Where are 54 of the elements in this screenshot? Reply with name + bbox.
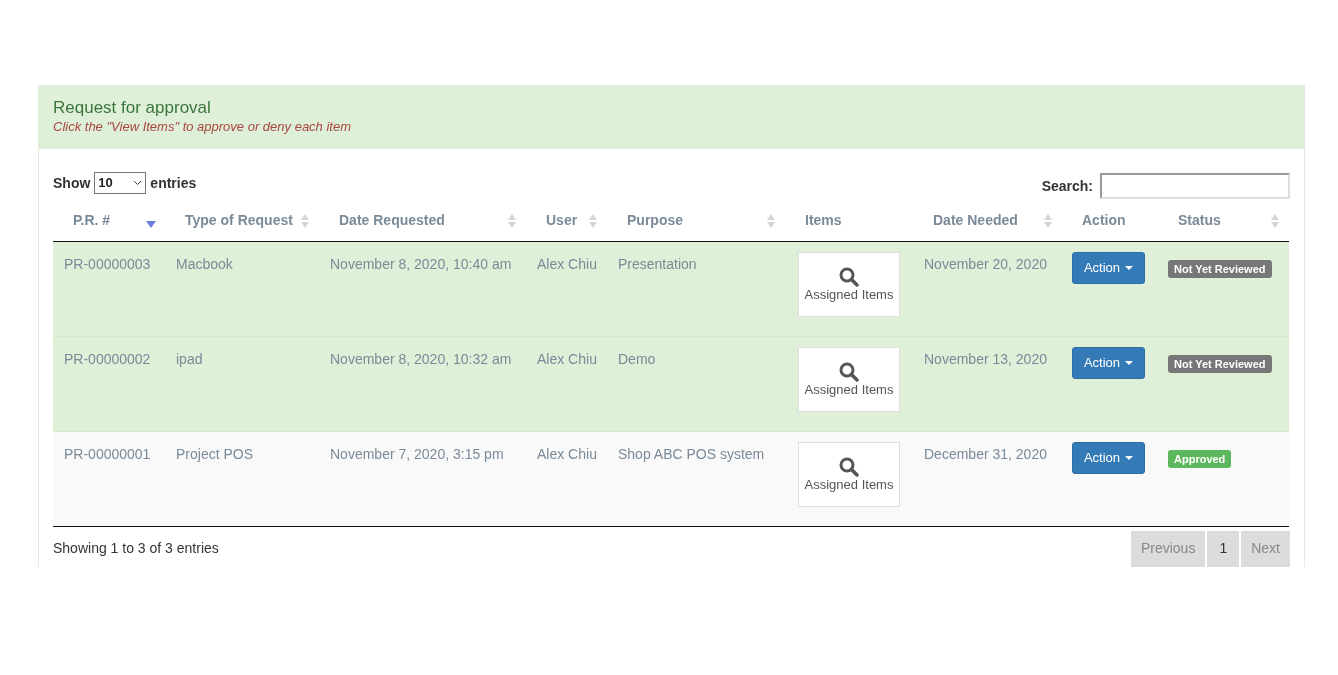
- panel-subtitle: Click the "View Items" to approve or deny each item: [53, 118, 353, 136]
- action-dropdown-button[interactable]: Action: [1072, 251, 1145, 284]
- entries-label: entries: [150, 173, 197, 193]
- panel-title: Request for approval: [53, 98, 212, 118]
- assigned-items-button[interactable]: Assigned Items: [798, 346, 900, 412]
- caret-icon: [1125, 265, 1134, 270]
- column-header[interactable]: Action: [1082, 210, 1126, 232]
- entries-info: Showing 1 to 3 of 3 entries: [53, 539, 219, 558]
- table-cell: November 8, 2020, 10:40 am: [330, 255, 512, 272]
- table-cell: PR-00000001: [64, 445, 151, 462]
- table-cell: November 7, 2020, 3:15 pm: [330, 445, 504, 462]
- status-badge: Not Yet Reviewed: [1168, 259, 1272, 278]
- pagination-button[interactable]: Next: [1241, 530, 1290, 567]
- table-cell: PR-00000002: [64, 350, 151, 367]
- table-cell: Demo: [618, 350, 656, 367]
- table-cell: ipad: [176, 350, 203, 367]
- column-header[interactable]: User: [546, 210, 578, 232]
- show-label: Show: [53, 173, 91, 193]
- table-cell: November 13, 2020: [924, 350, 1047, 367]
- table-cell: PR-00000003: [64, 255, 151, 272]
- status-badge: Approved: [1168, 449, 1232, 468]
- column-header[interactable]: Type of Request: [185, 210, 293, 232]
- pagination-button[interactable]: Previous: [1130, 530, 1206, 567]
- action-dropdown-button[interactable]: Action: [1072, 441, 1145, 474]
- table-cell: Shop ABC POS system: [618, 445, 765, 462]
- search-icon: [839, 361, 859, 382]
- table-cell: November 20, 2020: [924, 255, 1047, 272]
- pagination-button[interactable]: 1: [1207, 530, 1240, 567]
- table-cell: Macbook: [176, 255, 233, 272]
- assigned-items-button[interactable]: Assigned Items: [798, 441, 900, 507]
- table-cell: December 31, 2020: [924, 445, 1047, 462]
- search-icon: [839, 456, 859, 477]
- caret-icon: [1125, 455, 1134, 460]
- column-header[interactable]: Items: [805, 210, 842, 232]
- column-header[interactable]: Status: [1178, 210, 1221, 232]
- table-cell: Alex Chiu: [537, 255, 597, 272]
- table-cell: Alex Chiu: [537, 445, 597, 462]
- assigned-items-button[interactable]: Assigned Items: [798, 251, 900, 317]
- column-header[interactable]: P.R. #: [73, 210, 111, 232]
- search-label: Search:: [1041, 176, 1093, 196]
- column-header[interactable]: Date Needed: [933, 210, 1018, 232]
- entries-dropdown[interactable]: 10: [94, 172, 147, 194]
- table-cell: Presentation: [618, 255, 697, 272]
- action-dropdown-button[interactable]: Action: [1072, 346, 1145, 379]
- table-cell: November 8, 2020, 10:32 am: [330, 350, 512, 367]
- chevron-down-icon: [133, 180, 143, 186]
- status-badge: Not Yet Reviewed: [1168, 354, 1272, 373]
- search-icon: [839, 266, 859, 287]
- column-header[interactable]: Date Requested: [339, 210, 445, 232]
- column-header[interactable]: Purpose: [627, 210, 683, 232]
- table-cell: Alex Chiu: [537, 350, 597, 367]
- caret-icon: [1125, 360, 1134, 365]
- table-cell: Project POS: [176, 445, 254, 462]
- search-field[interactable]: [1100, 173, 1290, 199]
